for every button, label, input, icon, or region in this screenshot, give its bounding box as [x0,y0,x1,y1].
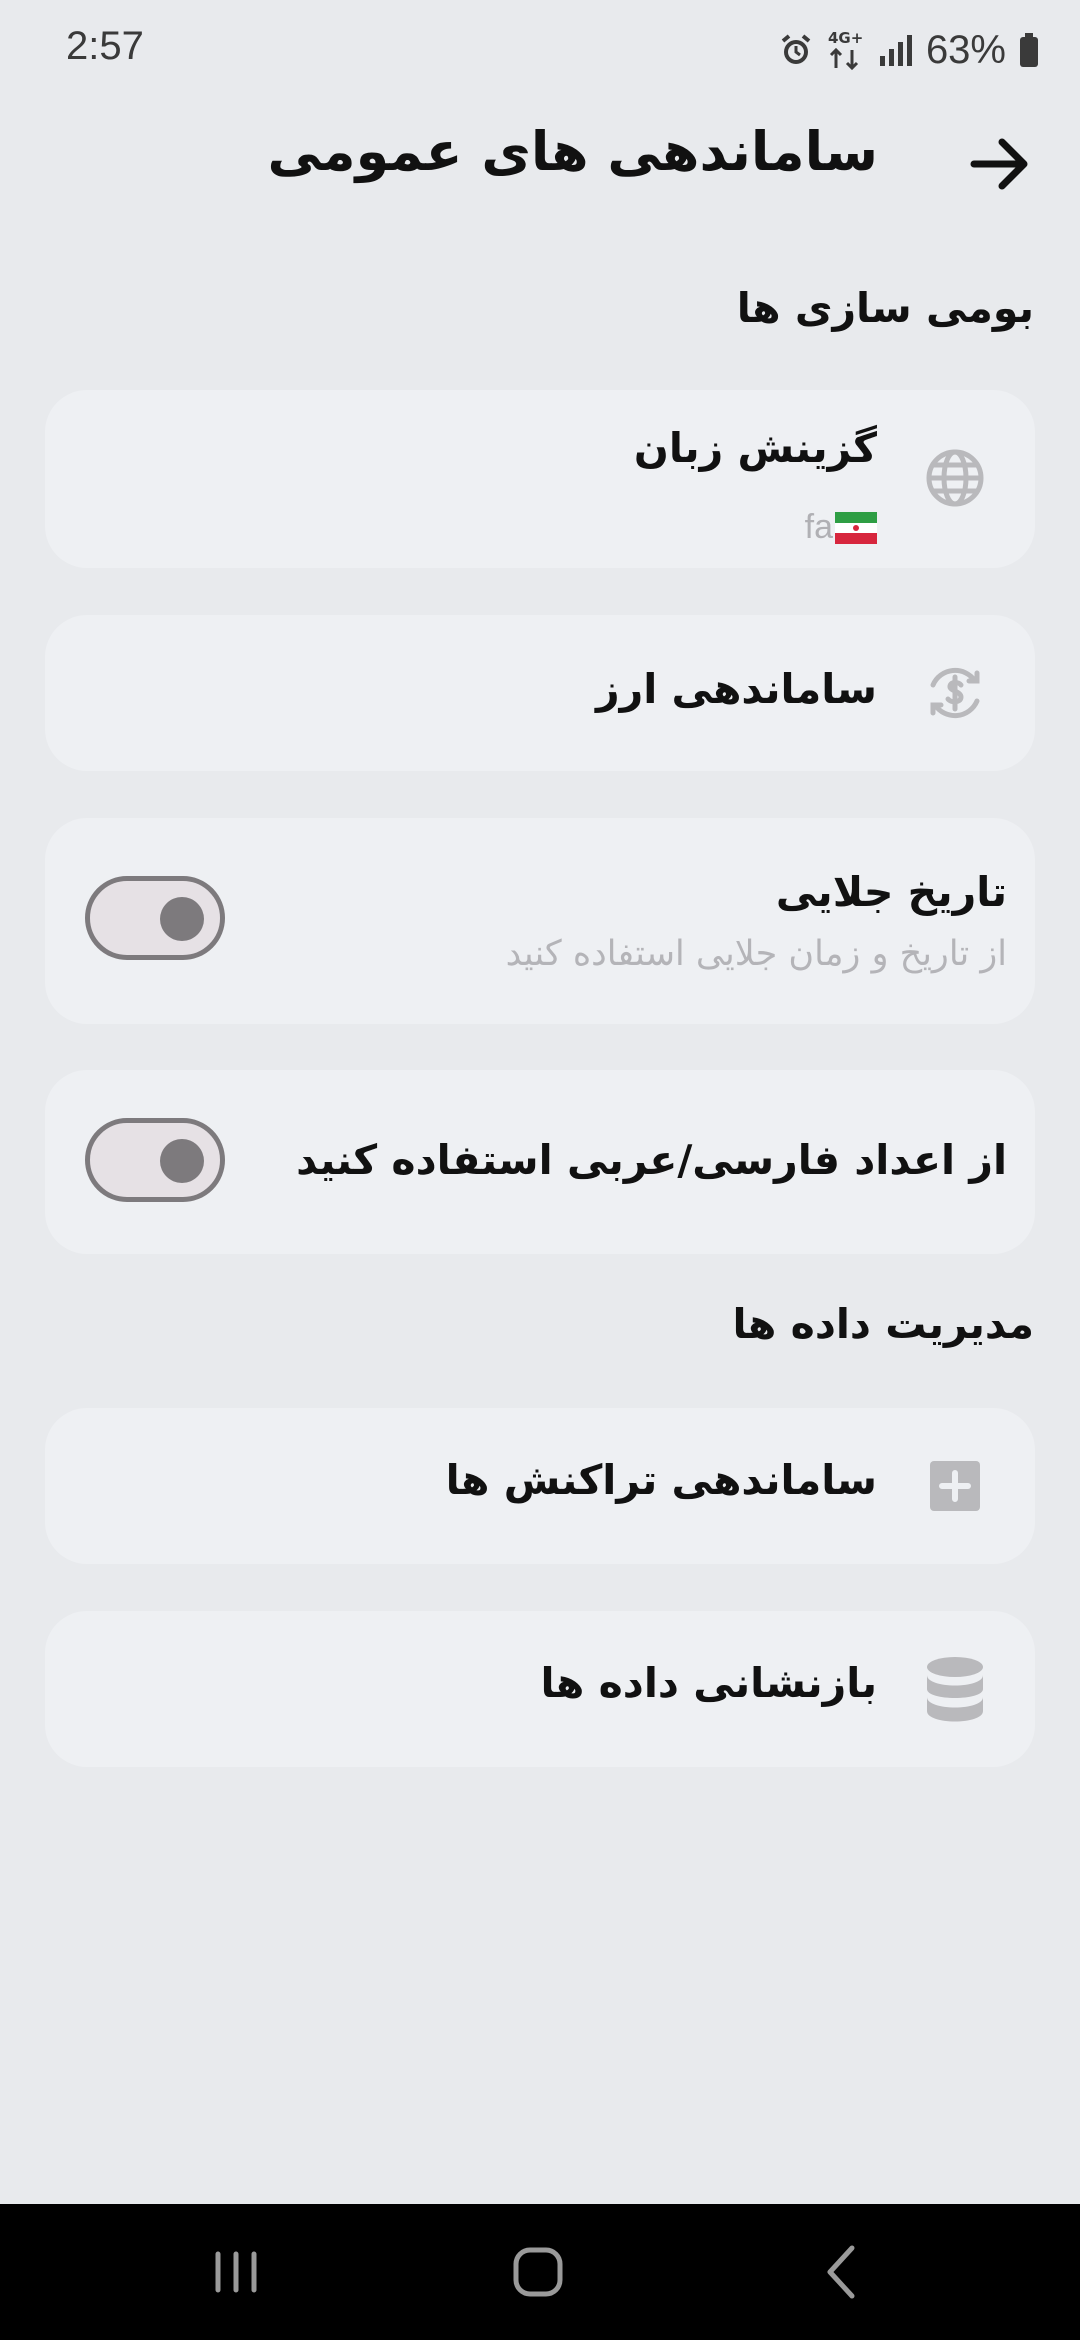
currency-title: ساماندهی ارز [595,665,877,713]
arrow-right-icon [970,138,1028,190]
jalali-toggle[interactable] [85,876,225,960]
toggle-knob [160,897,204,941]
jalali-subtitle: از تاریخ و زمان جلایی استفاده کنید [505,934,1007,974]
numerals-title: از اعداد فارسی/عربی استفاده کنید [296,1136,1007,1184]
svg-text:4G+: 4G+ [828,29,863,47]
reset-data-card[interactable]: بازنشانی داده ها [45,1611,1035,1767]
battery-percent: 63% [925,27,1006,72]
plus-square-icon [923,1454,987,1518]
section-heading-localization: بومی سازی ها [736,284,1034,332]
reset-data-title: بازنشانی داده ها [540,1659,878,1707]
language-title: گزینش زبان [633,424,877,472]
jalali-date-card: تاریخ جلایی از تاریخ و زمان جلایی استفاد… [45,818,1035,1024]
recent-apps-icon [215,2251,257,2293]
system-nav-bar [0,2204,1080,2340]
status-icons: 4G+ 63% [778,24,1040,76]
globe-icon [923,446,987,510]
transactions-card[interactable]: ساماندهی تراکنش ها [45,1408,1035,1564]
signal-icon [879,35,912,66]
language-card[interactable]: گزینش زبان fa [45,390,1035,568]
recent-apps-button[interactable] [196,2232,276,2312]
language-code: fa [804,508,833,546]
section-heading-data-management: مدیریت داده ها [732,1300,1034,1348]
iran-flag-icon [835,511,877,544]
currency-exchange-icon [923,661,987,725]
home-icon [513,2247,563,2297]
screen: 2:57 4G+ 63% ساماندهی های عمومی بومی ساز… [0,0,1080,2340]
back-icon [827,2245,855,2299]
nav-back-button[interactable] [802,2232,882,2312]
language-value: fa [805,508,877,547]
home-button[interactable] [498,2232,578,2312]
battery-icon [1020,33,1038,67]
back-button[interactable] [964,128,1036,200]
status-bar: 2:57 4G+ 63% [0,0,1080,100]
network-4g-icon: 4G+ [828,29,863,71]
app-header: ساماندهی های عمومی [0,110,1080,210]
transactions-title: ساماندهی تراکنش ها [445,1456,877,1504]
currency-card[interactable]: ساماندهی ارز [45,615,1035,771]
persian-numerals-card: از اعداد فارسی/عربی استفاده کنید [45,1070,1035,1254]
jalali-title: تاریخ جلایی [775,868,1007,916]
toggle-knob [160,1139,204,1183]
status-time: 2:57 [66,24,144,68]
database-icon [923,1655,987,1722]
page-title: ساماندهی های عمومی [267,120,878,183]
alarm-icon [781,34,811,64]
numerals-toggle[interactable] [85,1118,225,1202]
